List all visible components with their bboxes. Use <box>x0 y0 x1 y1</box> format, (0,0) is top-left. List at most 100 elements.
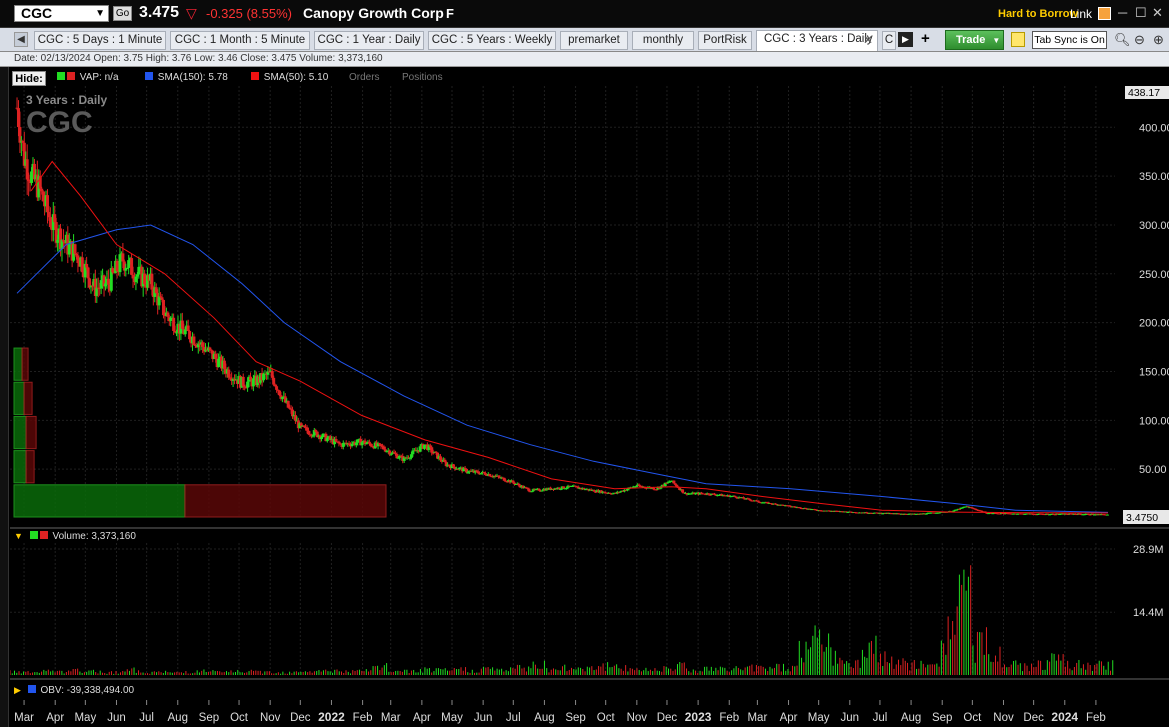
tab-sync-button[interactable]: Tab Sync is On <box>1032 31 1107 49</box>
trade-button[interactable]: Trade ▼ <box>945 30 1004 50</box>
candle-body <box>209 349 213 351</box>
tab-bar: ◀ CGC : 5 Days : 1 Minute CGC : 1 Month … <box>0 28 1169 52</box>
candle-body <box>192 336 196 345</box>
add-tab-icon[interactable]: + <box>921 30 930 47</box>
y-tick-label: 150.00 <box>1139 366 1169 378</box>
x-tick-label: Dec <box>657 712 678 724</box>
sma50-legend[interactable]: SMA(50): 5.10 <box>251 72 328 83</box>
x-tick-label: Nov <box>993 712 1014 724</box>
vap-legend[interactable]: VAP: n/a <box>57 72 119 83</box>
tab-5-days[interactable]: CGC : 5 Days : 1 Minute <box>34 31 166 50</box>
tab-1-year[interactable]: CGC : 1 Year : Daily <box>314 31 424 50</box>
symbol-input[interactable]: CGC ▼ <box>14 5 109 22</box>
volume-tick-label: 28.9M <box>1133 544 1164 556</box>
panel-divider[interactable] <box>10 527 1169 529</box>
hard-to-borrow-indicator: Hard to Borrow <box>998 8 1079 20</box>
tab-1-month[interactable]: CGC : 1 Month : 5 Minute <box>170 31 310 50</box>
hide-button[interactable]: Hide: <box>12 71 46 86</box>
x-tick-label: Jul <box>139 712 154 724</box>
sma150-label: SMA(150): 5.78 <box>157 72 228 83</box>
tab-premarket[interactable]: premarket <box>560 31 628 50</box>
crosshair-icon[interactable]: ⊕ <box>1153 32 1164 48</box>
trade-label: Trade <box>956 34 986 46</box>
tab-more[interactable]: C <box>882 31 896 50</box>
sma150-swatch <box>145 72 153 80</box>
candle-body <box>86 267 90 279</box>
x-tick-label: Apr <box>46 712 64 724</box>
price-change: -0.325 (8.55%) <box>206 6 292 21</box>
x-tick-label: Feb <box>719 712 739 724</box>
close-icon[interactable]: ✕ <box>1152 5 1163 21</box>
obv-legend[interactable]: ▶ OBV: -39,338,494.00 <box>14 685 134 696</box>
x-tick-label: 2022 <box>318 710 345 724</box>
zoom-in-icon[interactable]: 🔍︎ <box>1114 32 1131 48</box>
candle-body <box>1105 514 1109 516</box>
x-tick-label: Mar <box>381 712 401 724</box>
go-button[interactable]: Go <box>113 6 132 21</box>
x-tick-label: Oct <box>230 712 249 724</box>
candle-body <box>272 377 276 385</box>
minimize-icon[interactable]: ─ <box>1118 5 1127 20</box>
x-tick-label: May <box>441 712 463 724</box>
vap-bar-down <box>25 450 35 484</box>
x-tick-label: May <box>74 712 96 724</box>
x-tick-label: Sep <box>199 712 219 724</box>
volume-chart[interactable]: 28.9M 14.4M <box>10 543 1169 678</box>
expand-triangle-icon[interactable]: ▶ <box>14 685 21 695</box>
sma150-legend[interactable]: SMA(150): 5.78 <box>145 72 228 83</box>
x-tick-label: Jun <box>107 712 126 724</box>
maximize-icon[interactable]: ☐ <box>1135 5 1147 21</box>
orders-toggle[interactable]: Orders <box>349 72 380 83</box>
y-tick-label: 350.00 <box>1139 171 1169 183</box>
x-tick-label: Oct <box>597 712 616 724</box>
ohlc-info-line: Date: 02/13/2024 Open: 3.75 High: 3.76 L… <box>0 52 1169 67</box>
positions-toggle[interactable]: Positions <box>402 72 443 83</box>
volume-legend[interactable]: ▼ Volume: 3,373,160 <box>14 531 136 542</box>
tab-5-years[interactable]: CGC : 5 Years : Weekly <box>428 31 556 50</box>
x-tick-label: Mar <box>747 712 767 724</box>
y-tick-label: 100.00 <box>1139 415 1169 427</box>
top-bar: CGC ▼ Go 3.475 ▽ -0.325 (8.55%) Canopy G… <box>0 0 1169 28</box>
left-edge-strip <box>0 67 9 727</box>
volume-label: Volume: 3,373,160 <box>52 531 136 542</box>
collapse-triangle-icon[interactable]: ▼ <box>14 531 23 541</box>
y-tick-label: 300.00 <box>1139 220 1169 232</box>
x-tick-label: Aug <box>168 712 188 724</box>
tab-3-years-active[interactable]: CGC : 3 Years : Daily <box>756 30 878 51</box>
vap-bar-down <box>184 484 387 518</box>
obv-label: OBV: -39,338,494.00 <box>40 685 135 696</box>
notes-icon[interactable] <box>1011 32 1025 47</box>
x-tick-label: Nov <box>260 712 281 724</box>
x-tick-label: Dec <box>290 712 311 724</box>
last-price: 3.475 <box>139 4 180 21</box>
vap-bar-down <box>21 347 29 381</box>
volume-tick-label: 14.4M <box>1133 607 1164 619</box>
price-chart[interactable]: 3 Years : Daily CGC 400.00 350.00 300.00 25… <box>10 86 1169 528</box>
x-tick-label: Sep <box>932 712 952 724</box>
flag-indicator: F <box>446 6 454 21</box>
tab-scroll-left-icon[interactable]: ◀ <box>14 32 28 47</box>
vap-label: VAP: n/a <box>79 72 119 83</box>
candle-body <box>557 487 561 490</box>
tab-close-icon[interactable]: ✕ <box>863 33 873 47</box>
x-tick-label: Apr <box>413 712 431 724</box>
period-label: 3 Years : Daily <box>26 93 107 107</box>
link-color-swatch[interactable] <box>1098 7 1111 20</box>
up-color-swatch <box>57 72 65 80</box>
vap-bar-up <box>13 484 186 518</box>
panel-divider[interactable] <box>10 678 1169 680</box>
tab-monthly[interactable]: monthly <box>632 31 694 50</box>
vap-bar-up <box>13 415 27 450</box>
x-tick-label: Mar <box>14 712 34 724</box>
candle-body <box>652 487 656 490</box>
last-price-tag: 3.4750 <box>1123 510 1169 524</box>
company-name: Canopy Growth Corp <box>303 5 444 21</box>
zoom-out-icon[interactable]: ⊖ <box>1134 32 1145 48</box>
link-label: Link <box>1070 7 1093 21</box>
tab-portrisk[interactable]: PortRisk <box>698 31 752 50</box>
tab-scroll-right-icon[interactable]: ▶ <box>898 32 913 47</box>
chevron-down-icon[interactable]: ▼ <box>95 6 105 21</box>
x-tick-label: Jul <box>873 712 888 724</box>
x-tick-label: Oct <box>963 712 982 724</box>
x-tick-label: Nov <box>627 712 648 724</box>
